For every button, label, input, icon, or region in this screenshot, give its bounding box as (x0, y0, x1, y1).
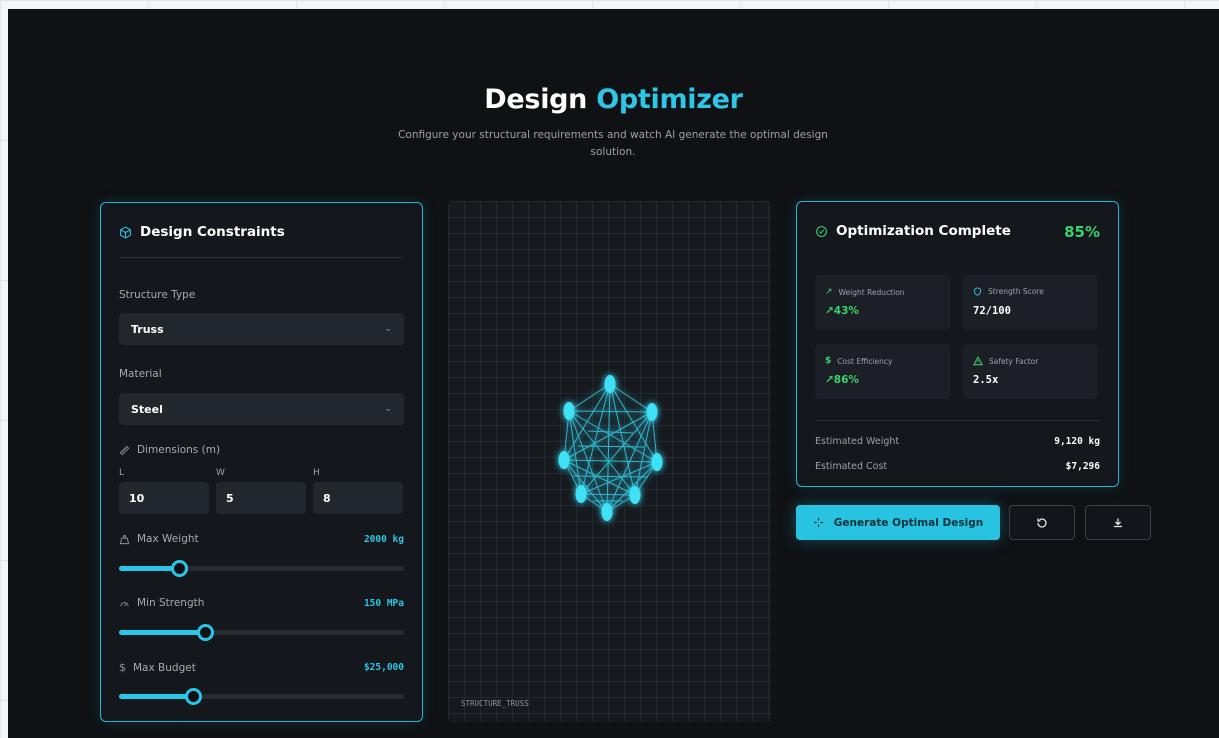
estimated-weight-value: 9,120 kg (1054, 436, 1100, 447)
sparkle-icon (813, 517, 823, 528)
page-title: Design Optimizer (484, 84, 743, 115)
gauge-icon (120, 601, 129, 607)
ruler-icon (119, 445, 130, 455)
stat-value: ↗86% (825, 374, 859, 386)
structure-type-label: Structure Type (119, 289, 196, 301)
chevron-down-icon: ⌄ (384, 404, 392, 414)
dimension-w-label: W (216, 468, 225, 478)
stat-cost-efficiency: $ Cost Efficiency ↗86% (815, 344, 950, 399)
min-strength-label: Min Strength (119, 597, 204, 609)
max-weight-label: Max Weight (119, 533, 199, 545)
min-strength-value: 150 MPa (363, 598, 404, 609)
app-window: Design Optimizer Configure your structur… (8, 9, 1219, 738)
estimated-weight-label: Estimated Weight (815, 436, 900, 447)
stat-value: ↗43% (825, 305, 859, 317)
slider-thumb[interactable] (185, 688, 203, 705)
dimensions-label: Dimensions (m) (119, 444, 220, 456)
material-label: Material (119, 368, 162, 380)
warning-icon (973, 356, 983, 366)
stat-value: 2.5x (973, 374, 999, 386)
cube-icon (120, 225, 131, 239)
stat-weight-reduction: ↗ Weight Reduction ↗43% (815, 275, 950, 330)
slider-fill (119, 566, 179, 571)
results-title: Optimization Complete (836, 223, 1011, 239)
max-weight-slider[interactable] (119, 560, 404, 577)
design-constraints-panel: Design Constraints Structure Type Truss … (100, 202, 423, 722)
refresh-icon (1037, 517, 1047, 528)
dimension-w-input[interactable]: 5 (216, 482, 306, 514)
slider-thumb[interactable] (196, 624, 214, 641)
dimension-h-label: H (313, 468, 320, 478)
material-value: Steel (131, 402, 163, 416)
trend-icon: ↗ (825, 287, 833, 297)
min-strength-slider[interactable] (119, 624, 404, 641)
dimension-l-label: L (119, 468, 125, 478)
divider (119, 257, 404, 258)
check-circle-icon (816, 225, 827, 237)
max-budget-label: $ Max Budget (119, 661, 196, 674)
generate-optimal-design-button[interactable]: Generate Optimal Design (796, 505, 1000, 540)
estimated-cost-value: $7,296 (1065, 461, 1100, 472)
constraints-title: Design Constraints (140, 224, 285, 240)
download-button[interactable] (1085, 505, 1151, 540)
stat-safety-factor: Safety Factor 2.5x (963, 344, 1098, 399)
dimension-l-input[interactable]: 10 (119, 482, 209, 514)
constraints-header: Design Constraints (119, 224, 285, 240)
slider-thumb[interactable] (170, 560, 188, 577)
page-subtitle: Configure your structural requirements a… (398, 129, 828, 158)
dollar-icon: $ (825, 356, 832, 366)
structure-type-value: Truss (131, 322, 164, 336)
material-select[interactable]: Steel ⌄ (119, 393, 404, 425)
structure-preview-canvas[interactable]: STRUCTURE_TRUSS (448, 201, 771, 722)
estimated-cost-label: Estimated Cost (815, 461, 888, 472)
optimization-results-panel: Optimization Complete 85% ↗ Weight Reduc… (796, 201, 1119, 487)
divider (815, 420, 1100, 421)
dollar-icon: $ (119, 661, 126, 674)
slider-fill (119, 694, 194, 699)
shield-icon (974, 287, 981, 296)
reset-button[interactable] (1009, 505, 1075, 540)
weight-icon (119, 534, 130, 544)
max-budget-value: $25,000 (363, 662, 404, 673)
stat-value: 72/100 (973, 305, 1011, 317)
max-budget-slider[interactable] (119, 688, 404, 705)
slider-fill (119, 630, 205, 635)
download-icon (1114, 518, 1122, 527)
structure-label: STRUCTURE_TRUSS (461, 699, 529, 708)
truss-structure-graphic (558, 375, 663, 521)
dimension-h-input[interactable]: 8 (313, 482, 403, 514)
chevron-down-icon: ⌄ (384, 324, 392, 334)
results-header: Optimization Complete (815, 223, 1011, 239)
max-weight-value: 2000 kg (363, 534, 404, 545)
structure-type-select[interactable]: Truss ⌄ (119, 313, 404, 345)
stat-strength-score: Strength Score 72/100 (963, 275, 1098, 330)
optimization-percent: 85% (1064, 223, 1100, 241)
